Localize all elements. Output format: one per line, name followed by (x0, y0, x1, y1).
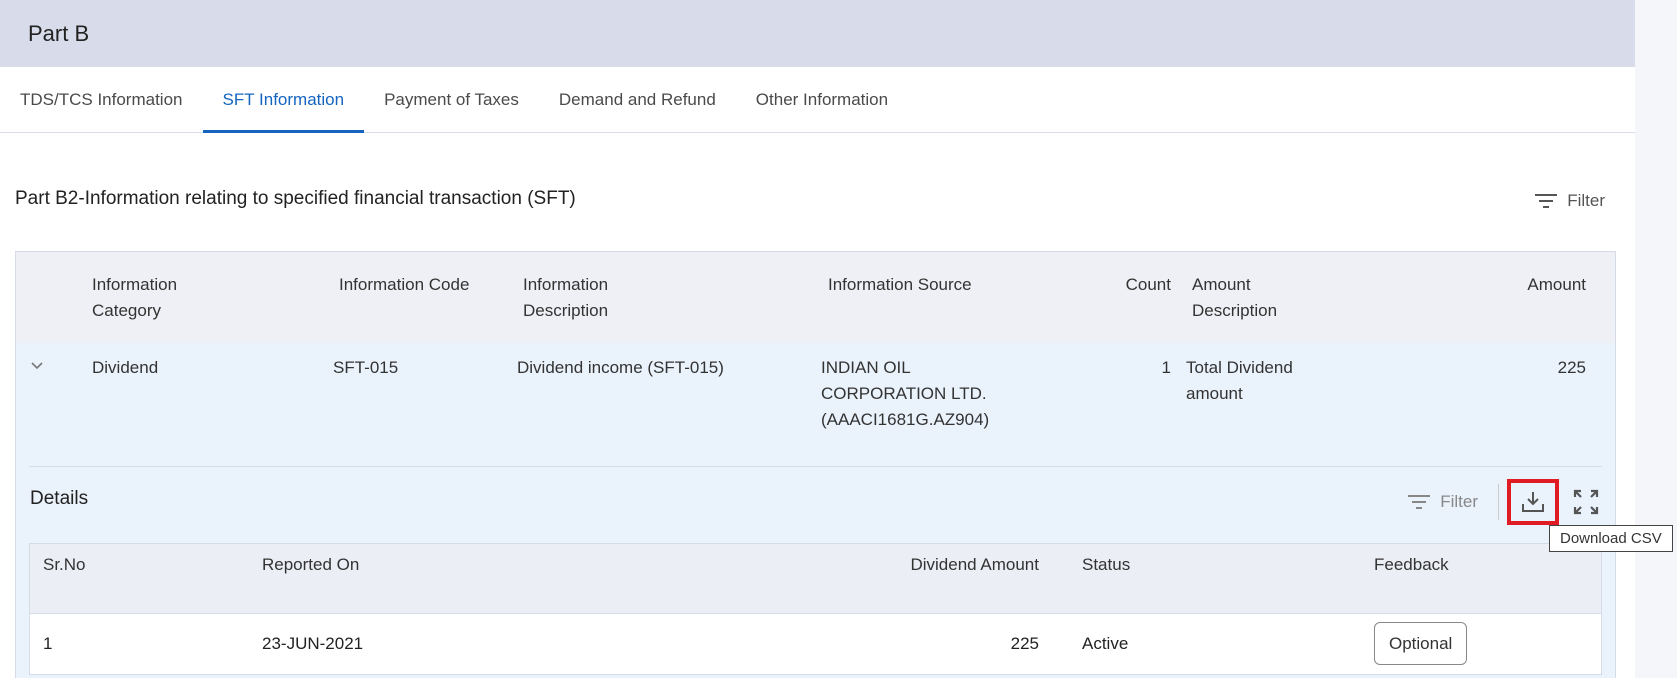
details-row: 1 23-JUN-2021 225 Active Optional (30, 614, 1601, 674)
tab-other-information[interactable]: Other Information (736, 67, 908, 132)
filter-button[interactable]: Filter (1535, 191, 1605, 211)
tab-demand-refund[interactable]: Demand and Refund (539, 67, 736, 132)
details-filter-button[interactable]: Filter (1408, 492, 1478, 512)
cell-status: Active (1082, 634, 1129, 653)
download-csv-tooltip: Download CSV (1549, 525, 1673, 552)
details-filter-label: Filter (1440, 492, 1478, 511)
tab-bar: TDS/TCS Information SFT Information Paym… (0, 67, 1635, 133)
col-dividend-amount: Dividend Amount (910, 555, 1039, 574)
cell-source: INDIAN OIL CORPORATION LTD. (AAACI1681G.… (821, 358, 990, 429)
download-icon (1522, 492, 1544, 512)
col-amount: Amount (1527, 275, 1586, 294)
cell-amount-description: Total Dividend amount (1186, 358, 1293, 403)
page-header: Part B (0, 0, 1635, 67)
col-count: Count (1125, 275, 1171, 294)
cell-sr-no: 1 (43, 634, 53, 653)
toolbar-separator (1498, 484, 1499, 520)
cell-code: SFT-015 (333, 358, 399, 377)
details-header: Sr.No Reported On Dividend Amount Status… (30, 544, 1601, 614)
details-table: Sr.No Reported On Dividend Amount Status… (29, 543, 1602, 675)
download-csv-button[interactable] (1507, 479, 1559, 525)
col-information-category: Information Category (92, 275, 178, 320)
table-header: Information Category Information Code In… (16, 252, 1615, 343)
tab-payment-of-taxes[interactable]: Payment of Taxes (364, 67, 539, 132)
col-reported-on: Reported On (262, 555, 360, 574)
table-row[interactable]: Dividend SFT-015 Dividend income (SFT-01… (16, 343, 1615, 468)
details-toolbar: Filter (1408, 479, 1601, 525)
col-amount-description: Amount Description (1192, 275, 1278, 320)
col-information-code: Information Code (339, 275, 470, 294)
sft-table: Information Category Information Code In… (15, 251, 1616, 678)
cell-count: 1 (1161, 358, 1171, 377)
details-title: Details (30, 488, 89, 509)
col-status: Status (1082, 555, 1131, 574)
filter-label: Filter (1567, 191, 1605, 210)
filter-icon (1535, 193, 1558, 209)
cell-description: Dividend income (SFT-015) (517, 358, 724, 377)
col-information-source: Information Source (828, 275, 972, 294)
feedback-optional-button[interactable]: Optional (1374, 622, 1468, 665)
chevron-down-icon[interactable] (30, 359, 44, 373)
filter-icon (1408, 494, 1431, 510)
divider (29, 466, 1602, 467)
cell-amount: 225 (1557, 358, 1586, 377)
col-sr-no: Sr.No (43, 555, 86, 574)
cell-category: Dividend (92, 358, 159, 377)
cell-reported-on: 23-JUN-2021 (262, 634, 364, 653)
page-title: Part B (28, 20, 90, 46)
tab-tds-tcs[interactable]: TDS/TCS Information (0, 67, 203, 132)
col-information-description: Information Description (523, 275, 609, 320)
col-feedback: Feedback (1374, 555, 1449, 574)
section-title: Part B2-Information relating to specifie… (15, 188, 576, 209)
fullscreen-icon[interactable] (1571, 487, 1601, 517)
page: Part B TDS/TCS Information SFT Informati… (0, 0, 1635, 678)
cell-dividend-amount: 225 (1010, 634, 1039, 653)
tab-sft[interactable]: SFT Information (202, 67, 365, 133)
